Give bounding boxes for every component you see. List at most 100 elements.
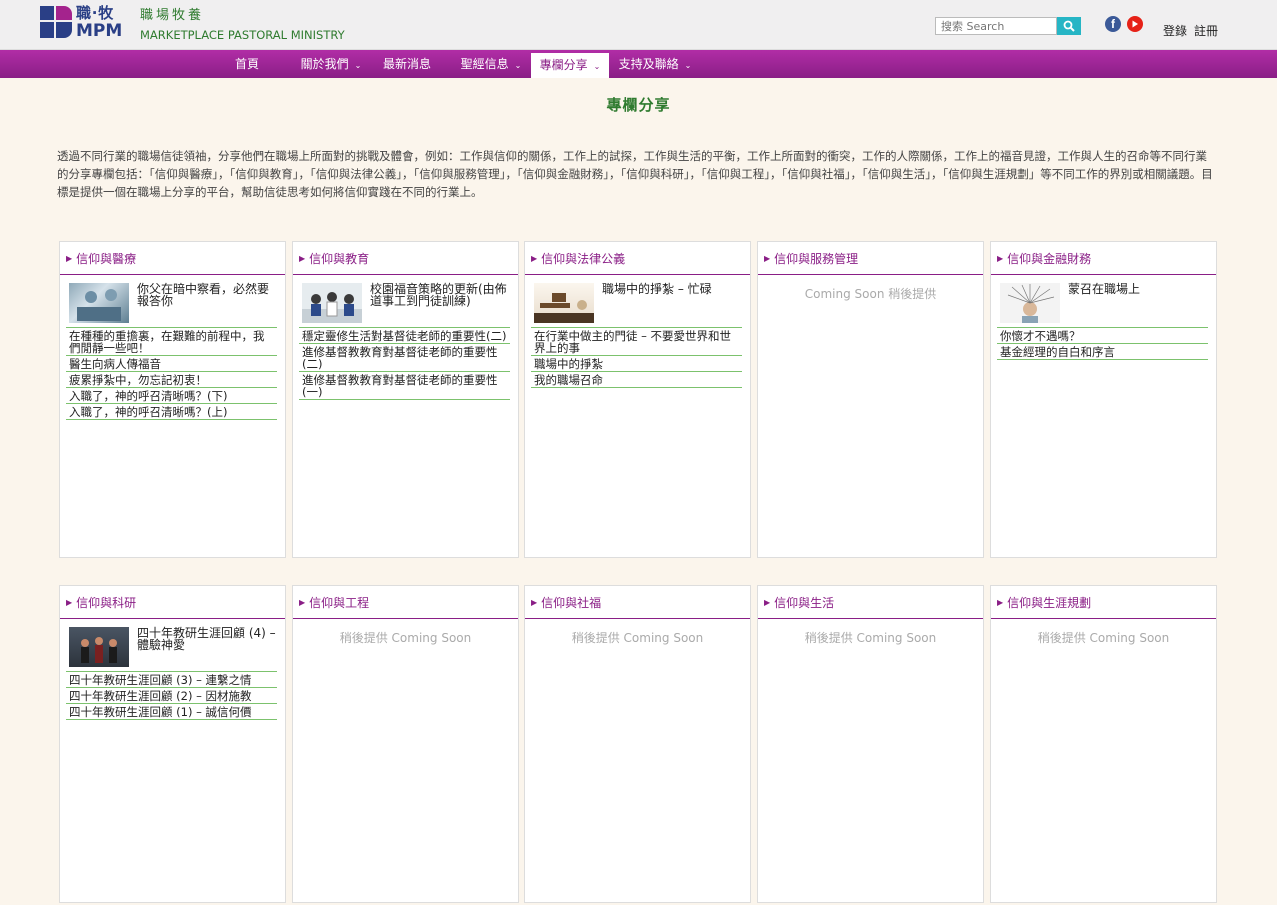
featured-title[interactable]: 四十年教研生涯回顧 (4) – 體驗神愛 xyxy=(137,627,277,671)
nav-label: 關於我們 xyxy=(300,57,349,71)
nav-about[interactable]: 關於我們 ⌄ xyxy=(292,50,370,78)
card-header[interactable]: ▶ 信仰與醫療 xyxy=(60,242,285,275)
article-link[interactable]: 進修基督教教育對基督徒老師的重要性(二) xyxy=(299,344,510,372)
article-list: 你懷才不遇嗎？ 基金經理的自白和序言 xyxy=(991,327,1216,360)
logo-mark-icon xyxy=(40,6,72,38)
article-link[interactable]: 醫生向病人傳福音 xyxy=(66,356,277,372)
column-card-medical: ▶ 信仰與醫療 你父在暗中察看，必然要報答你 在種種的重擔裏，在艱難的前程中，我們… xyxy=(59,241,286,558)
column-card-research: ▶ 信仰與科研 四十年教研生涯回顧 (4) – 體驗神愛 四十年教研生涯回顧 (3… xyxy=(59,585,286,903)
card-header[interactable]: ▶ 信仰與工程 xyxy=(293,586,518,619)
search-box xyxy=(935,17,1081,35)
featured-article[interactable]: 校園福音策略的更新(由佈道事工到門徒訓練) xyxy=(293,275,518,327)
featured-title[interactable]: 職場中的掙紮 – 忙碌 xyxy=(602,283,712,327)
featured-article[interactable]: 蒙召在職場上 xyxy=(991,275,1216,327)
article-list: 穩定靈修生活對基督徒老師的重要性(二) 進修基督教教育對基督徒老師的重要性(二)… xyxy=(293,327,518,400)
nav-bible[interactable]: 聖經信息 ⌄ xyxy=(452,50,530,78)
article-thumbnail[interactable] xyxy=(302,283,362,323)
article-thumbnail[interactable] xyxy=(69,283,129,323)
card-header[interactable]: ▶ 信仰與教育 xyxy=(293,242,518,275)
article-link[interactable]: 我的職場召命 xyxy=(531,372,742,388)
article-link[interactable]: 穩定靈修生活對基督徒老師的重要性(二) xyxy=(299,327,510,344)
auth-links: 登錄 註冊 xyxy=(1163,22,1218,39)
login-link[interactable]: 登錄 xyxy=(1163,22,1187,39)
article-link[interactable]: 四十年教研生涯回顧 (1) – 誠信何價 xyxy=(66,704,277,720)
article-link[interactable]: 疲累掙紮中，勿忘記初衷！ xyxy=(66,372,277,388)
chevron-down-icon: ⌄ xyxy=(684,61,692,70)
triangle-right-icon: ▶ xyxy=(764,597,771,607)
featured-title[interactable]: 校園福音策略的更新(由佈道事工到門徒訓練) xyxy=(370,283,510,327)
card-header[interactable]: ▶ 信仰與金融財務 xyxy=(991,242,1216,275)
article-link[interactable]: 入職了，神的呼召清晰嗎？(下) xyxy=(66,388,277,404)
triangle-right-icon: ▶ xyxy=(66,253,73,263)
triangle-right-icon: ▶ xyxy=(66,597,73,607)
nav-contact[interactable]: 支持及聯絡 ⌄ xyxy=(612,50,698,78)
article-thumbnail[interactable] xyxy=(1000,283,1060,323)
featured-article[interactable]: 四十年教研生涯回顧 (4) – 體驗神愛 xyxy=(60,619,285,671)
triangle-right-icon: ▶ xyxy=(764,253,771,263)
coming-soon-text: Coming Soon 稍後提供 xyxy=(804,287,937,301)
card-header[interactable]: ▶ 信仰與服務管理 xyxy=(758,242,983,275)
card-title: 信仰與法律公義 xyxy=(541,251,626,266)
nav-news[interactable]: 最新消息 xyxy=(376,50,438,78)
social-links: f xyxy=(1105,16,1143,32)
search-button[interactable] xyxy=(1057,17,1081,35)
nav-label: 首頁 xyxy=(234,57,259,71)
chevron-down-icon: ⌄ xyxy=(354,61,362,70)
card-title: 信仰與教育 xyxy=(309,251,370,266)
article-link[interactable]: 四十年教研生涯回顧 (3) – 連繫之情 xyxy=(66,671,277,688)
article-link[interactable]: 進修基督教教育對基督徒老師的重要性(一) xyxy=(299,372,510,400)
article-link[interactable]: 基金經理的自白和序言 xyxy=(997,344,1208,360)
nav-label: 最新消息 xyxy=(382,57,431,71)
intro-text: 透過不同行業的職場信徒領袖，分享他們在職場上所面對的挑戰及體會，例如：工作與信仰… xyxy=(57,149,1213,199)
card-title: 信仰與工程 xyxy=(309,595,370,610)
coming-soon-text: 稍後提供 Coming Soon xyxy=(804,631,937,645)
featured-article[interactable]: 職場中的掙紮 – 忙碌 xyxy=(525,275,750,327)
article-link[interactable]: 職場中的掙紮 xyxy=(531,356,742,372)
triangle-right-icon: ▶ xyxy=(531,597,538,607)
card-header[interactable]: ▶ 信仰與生涯規劃 xyxy=(991,586,1216,619)
nav-label: 支持及聯絡 xyxy=(618,57,679,71)
coming-soon-text: 稍後提供 Coming Soon xyxy=(571,631,704,645)
triangle-right-icon: ▶ xyxy=(299,597,306,607)
search-input[interactable] xyxy=(935,17,1057,35)
article-thumbnail[interactable] xyxy=(69,627,129,667)
card-header[interactable]: ▶ 信仰與社福 xyxy=(525,586,750,619)
article-link[interactable]: 在行業中做主的門徒 – 不要愛世界和世界上的事 xyxy=(531,327,742,356)
brand-en: MARKETPLACE PASTORAL MINISTRY xyxy=(140,28,345,43)
featured-title[interactable]: 你父在暗中察看，必然要報答你 xyxy=(137,283,277,327)
nav-label: 聖經信息 xyxy=(460,57,509,71)
register-link[interactable]: 註冊 xyxy=(1194,22,1218,39)
mpm-logo[interactable]: 職‧牧 MPM xyxy=(40,6,122,40)
column-card-finance: ▶ 信仰與金融財務 蒙召在職場上 你懷才不遇嗎？ 基金經理的自白和序言 xyxy=(990,241,1217,558)
featured-title[interactable]: 蒙召在職場上 xyxy=(1068,283,1140,327)
column-card-life: ▶ 信仰與生活 稍後提供 Coming Soon xyxy=(757,585,984,903)
article-link[interactable]: 你懷才不遇嗎？ xyxy=(997,327,1208,344)
card-title: 信仰與生活 xyxy=(774,595,835,610)
card-header[interactable]: ▶ 信仰與生活 xyxy=(758,586,983,619)
triangle-right-icon: ▶ xyxy=(531,253,538,263)
featured-article[interactable]: 你父在暗中察看，必然要報答你 xyxy=(60,275,285,327)
column-card-service: ▶ 信仰與服務管理 Coming Soon 稍後提供 xyxy=(757,241,984,558)
column-card-engineering: ▶ 信仰與工程 稍後提供 Coming Soon xyxy=(292,585,519,903)
article-list: 四十年教研生涯回顧 (3) – 連繫之情 四十年教研生涯回顧 (2) – 因材施… xyxy=(60,671,285,720)
column-card-education: ▶ 信仰與教育 校園福音策略的更新(由佈道事工到門徒訓練) 穩定靈修生活對基督徒老… xyxy=(292,241,519,558)
logo-cn: 職‧牧 xyxy=(76,4,115,22)
article-link[interactable]: 入職了，神的呼召清晰嗎？(上) xyxy=(66,404,277,420)
nav-column[interactable]: 專欄分享 ⌄ xyxy=(531,53,609,78)
card-title: 信仰與科研 xyxy=(76,595,137,610)
card-title: 信仰與服務管理 xyxy=(774,251,859,266)
triangle-right-icon: ▶ xyxy=(997,253,1004,263)
nav-home[interactable]: 首頁 xyxy=(223,50,271,78)
card-title: 信仰與醫療 xyxy=(76,251,137,266)
search-icon xyxy=(1063,20,1075,32)
column-card-career-planning: ▶ 信仰與生涯規劃 稍後提供 Coming Soon xyxy=(990,585,1217,903)
article-link[interactable]: 在種種的重擔裏，在艱難的前程中，我們閒靜一些吧！ xyxy=(66,327,277,356)
facebook-icon[interactable]: f xyxy=(1105,16,1121,32)
nav-label: 專欄分享 xyxy=(539,58,588,72)
card-header[interactable]: ▶ 信仰與科研 xyxy=(60,586,285,619)
article-link[interactable]: 四十年教研生涯回顧 (2) – 因材施教 xyxy=(66,688,277,704)
card-header[interactable]: ▶ 信仰與法律公義 xyxy=(525,242,750,275)
youtube-icon[interactable] xyxy=(1127,16,1143,32)
coming-soon-text: 稍後提供 Coming Soon xyxy=(1037,631,1170,645)
article-thumbnail[interactable] xyxy=(534,283,594,323)
